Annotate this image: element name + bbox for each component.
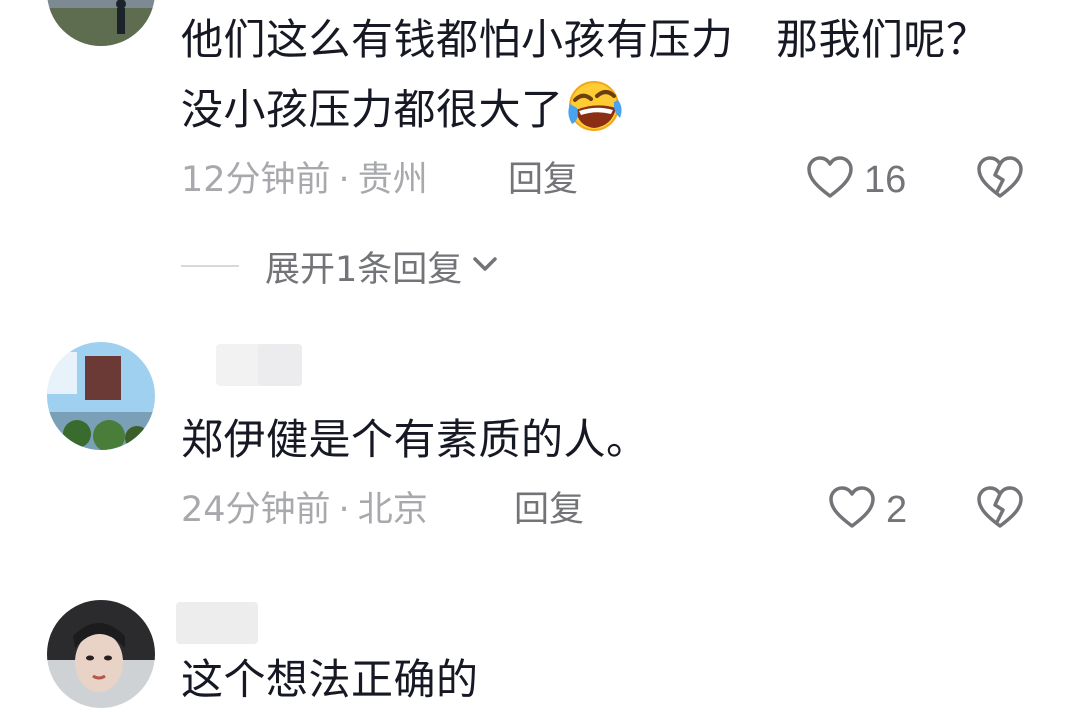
comment-text-line: 郑伊健是个有素质的人。 (181, 415, 649, 464)
expand-replies-button[interactable]: 展开1条回复 (181, 244, 500, 290)
rolling-on-floor-laughing-emoji-icon (566, 80, 622, 150)
comment-text-fragment: 没小孩压力都很大了 (181, 85, 564, 134)
comment-time: 12分钟前 (181, 160, 331, 200)
heart-icon (806, 156, 854, 204)
avatar[interactable] (47, 600, 155, 708)
avatar[interactable] (47, 0, 155, 46)
reply-button[interactable]: 回复 (508, 158, 578, 202)
heart-icon (828, 486, 876, 534)
comment-item: 这个想法正确的 (0, 580, 1080, 712)
comment-meta: 12分钟前 · 贵州 (181, 158, 428, 202)
comment-location: 北京 (357, 490, 428, 530)
dislike-button[interactable] (976, 486, 1024, 534)
broken-heart-icon (976, 156, 1024, 204)
comment-item: 郑伊健是个有素质的人。 24分钟前 · 北京 回复 2 (0, 320, 1080, 580)
username-redacted (176, 602, 258, 644)
comment-text-line: 这个想法正确的 (181, 655, 479, 704)
meta-separator: · (338, 490, 350, 530)
chevron-down-icon (470, 249, 500, 283)
comment-location: 贵州 (357, 160, 428, 200)
comment-item: 他们这么有钱都怕小孩有压力 那我们呢？ 没小孩压力都很大了 12分钟前 · 贵州 回… (0, 0, 1080, 320)
username-redacted (258, 344, 302, 386)
comment-meta: 24分钟前 · 北京 (181, 488, 428, 532)
comment-text-line: 没小孩压力都很大了 (181, 78, 622, 150)
dislike-button[interactable] (976, 156, 1024, 204)
comment-text-line: 他们这么有钱都怕小孩有压力 那我们呢？ (181, 15, 989, 64)
meta-separator: · (338, 160, 350, 200)
like-count: 2 (886, 488, 908, 531)
like-button[interactable]: 16 (806, 156, 906, 204)
comment-time: 24分钟前 (181, 490, 331, 530)
reply-button[interactable]: 回复 (514, 488, 584, 532)
like-count: 16 (864, 158, 907, 201)
broken-heart-icon (976, 486, 1024, 534)
like-button[interactable]: 2 (828, 486, 907, 534)
divider-line (181, 265, 239, 267)
expand-replies-label: 展开1条回复 (265, 249, 463, 290)
avatar[interactable] (47, 342, 155, 450)
